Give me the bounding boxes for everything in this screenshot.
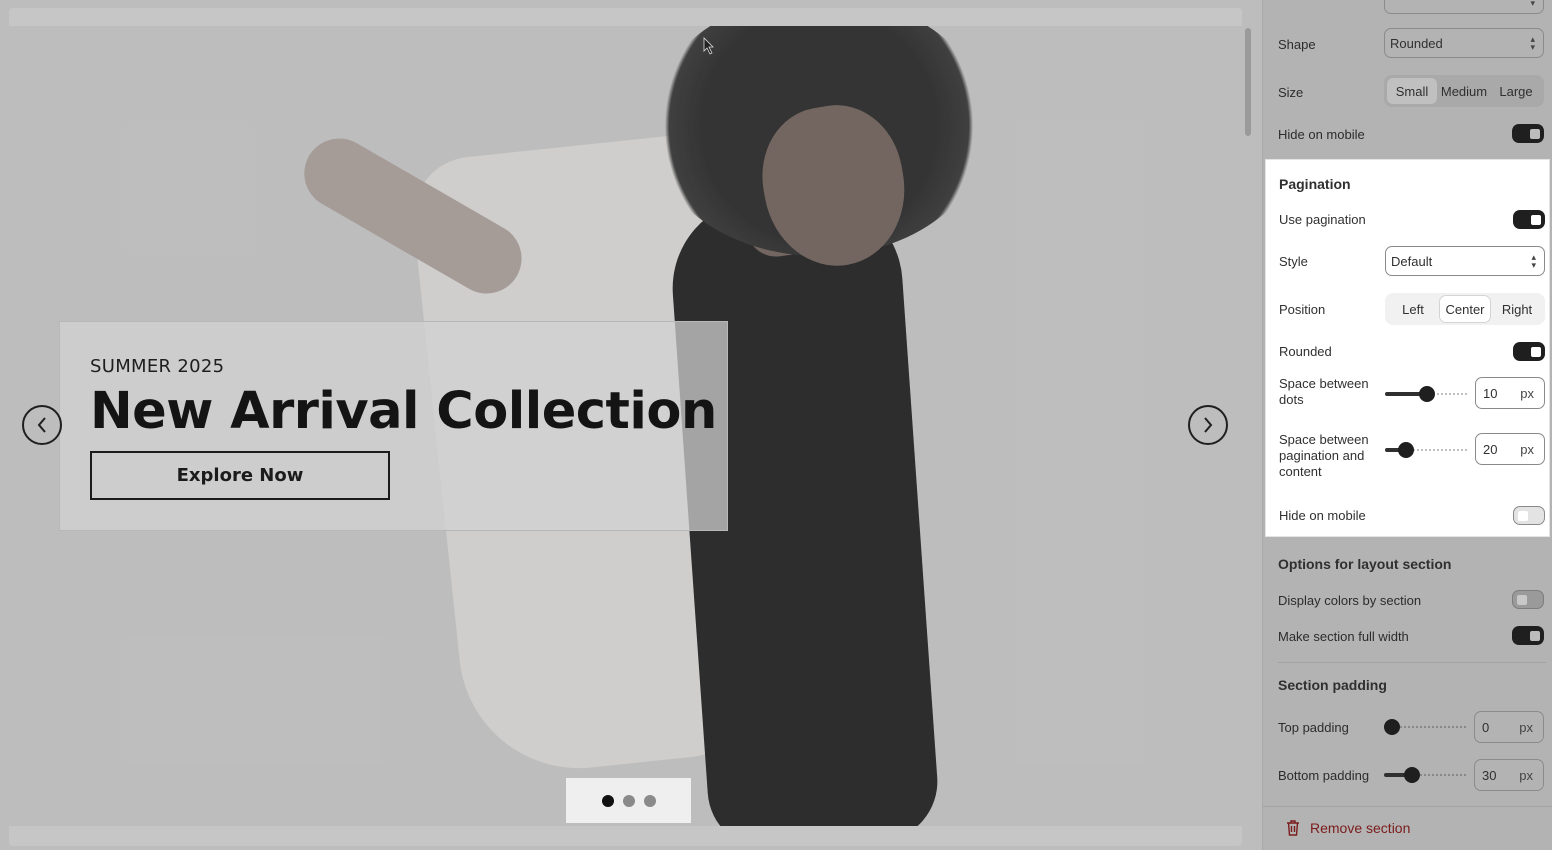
style-label: Style: [1279, 253, 1308, 269]
select-chevron-icon: ▴▾: [1530, 0, 1535, 8]
dots-space-input[interactable]: 10 px: [1475, 377, 1545, 409]
content-space-label: Space between pagination and content: [1279, 432, 1369, 479]
slider-handle[interactable]: [1384, 719, 1400, 735]
chevron-right-icon: [1204, 417, 1213, 433]
preview-area: SUMMER 2025 New Arrival Collection Explo…: [0, 0, 1262, 850]
top-padding-input[interactable]: 0 px: [1474, 711, 1544, 743]
pagination-style-select[interactable]: Default ▴ ▾: [1385, 246, 1545, 276]
hide-mobile-label: Hide on mobile: [1278, 126, 1365, 142]
hide-mobile-toggle[interactable]: [1512, 124, 1544, 143]
use-pagination-label: Use pagination: [1279, 211, 1366, 227]
size-label: Size: [1278, 84, 1304, 100]
layout-options-heading: Options for layout section: [1278, 556, 1452, 572]
pagination-heading: Pagination: [1279, 176, 1351, 192]
trash-icon: [1287, 820, 1299, 836]
slider-handle[interactable]: [1404, 767, 1420, 783]
size-option-medium[interactable]: Medium: [1439, 78, 1489, 104]
banner-subtitle: SUMMER 2025: [90, 356, 225, 377]
banner-title: New Arrival Collection: [90, 382, 717, 441]
mouse-cursor-icon: [703, 37, 714, 55]
dots-space-label: Space between dots: [1279, 376, 1369, 407]
hero-banner: SUMMER 2025 New Arrival Collection Explo…: [59, 321, 728, 531]
select-chevron-icon: ▴▾: [1530, 34, 1535, 52]
pagination-dot[interactable]: [622, 794, 635, 807]
pagination-dot[interactable]: [601, 794, 614, 807]
pagination-hide-mobile-label: Hide on mobile: [1279, 507, 1366, 523]
divider: [1278, 662, 1546, 663]
rounded-toggle[interactable]: [1513, 342, 1545, 361]
pagination-dot[interactable]: [643, 794, 656, 807]
chevron-left-icon: [37, 417, 46, 433]
display-colors-label: Display colors by section: [1278, 592, 1422, 608]
position-option-right[interactable]: Right: [1492, 296, 1542, 322]
top-padding-label: Top padding: [1278, 719, 1349, 735]
bottom-padding-slider[interactable]: [1384, 767, 1466, 783]
settings-panel: ▴▾ Shape Rounded ▴▾ Size Small Medium La…: [1262, 0, 1552, 850]
full-width-toggle[interactable]: [1512, 626, 1544, 645]
position-option-center[interactable]: Center: [1440, 296, 1490, 322]
pagination-settings-card: Pagination Use pagination Style Default …: [1265, 159, 1550, 537]
slider-handle[interactable]: [1398, 442, 1414, 458]
rounded-label: Rounded: [1279, 343, 1332, 359]
bottom-padding-input[interactable]: 30 px: [1474, 759, 1544, 791]
content-space-input[interactable]: 20 px: [1475, 433, 1545, 465]
divider: [1263, 806, 1552, 807]
pagination-hide-mobile-toggle[interactable]: [1513, 506, 1545, 525]
remove-section-button[interactable]: Remove section: [1286, 820, 1410, 836]
scrollbar-thumb[interactable]: [1245, 28, 1251, 136]
size-segmented-control: Small Medium Large: [1384, 75, 1544, 107]
clipped-select[interactable]: ▴▾: [1384, 0, 1544, 14]
hero-slide: SUMMER 2025 New Arrival Collection Explo…: [9, 26, 1242, 826]
top-padding-slider[interactable]: [1384, 719, 1466, 735]
next-slide-button[interactable]: [1188, 405, 1228, 445]
pagination-dots: [566, 778, 691, 823]
explore-now-button[interactable]: Explore Now: [90, 451, 390, 500]
bottom-padding-label: Bottom padding: [1278, 767, 1370, 783]
slider-handle[interactable]: [1419, 386, 1435, 402]
dots-space-slider[interactable]: [1385, 386, 1467, 402]
section-padding-heading: Section padding: [1278, 677, 1387, 693]
content-space-slider[interactable]: [1385, 442, 1467, 458]
display-colors-toggle[interactable]: [1512, 590, 1544, 609]
position-label: Position: [1279, 301, 1326, 317]
position-option-left[interactable]: Left: [1388, 296, 1438, 322]
size-option-large[interactable]: Large: [1491, 78, 1541, 104]
shape-select[interactable]: Rounded ▴ ▾: [1384, 28, 1544, 58]
full-width-label: Make section full width: [1278, 628, 1409, 644]
select-chevron-icon: ▴▾: [1531, 252, 1536, 270]
position-segmented-control: Left Center Right: [1385, 293, 1545, 325]
preview-frame: SUMMER 2025 New Arrival Collection Explo…: [9, 8, 1242, 846]
size-option-small[interactable]: Small: [1387, 78, 1437, 104]
preview-scrollbar[interactable]: [1243, 8, 1253, 846]
use-pagination-toggle[interactable]: [1513, 210, 1545, 229]
shape-label: Shape: [1278, 36, 1316, 52]
prev-slide-button[interactable]: [22, 405, 62, 445]
